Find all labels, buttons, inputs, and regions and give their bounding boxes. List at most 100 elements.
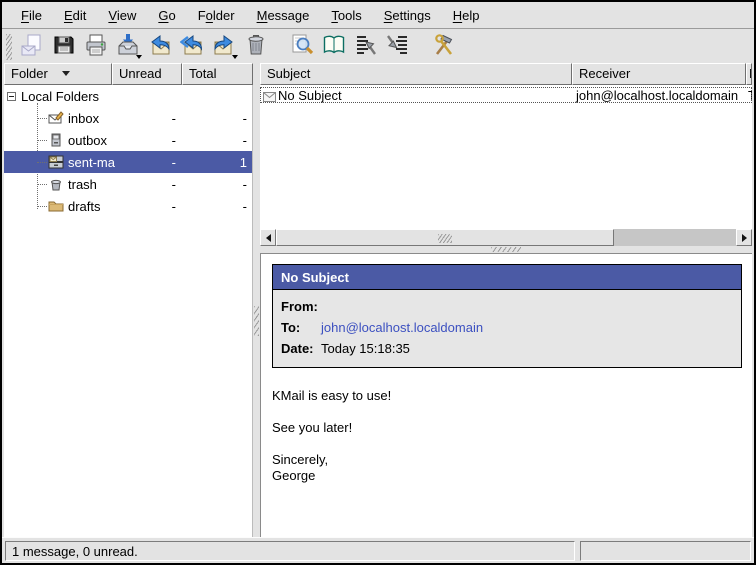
reply-icon	[148, 33, 172, 60]
reply-all-icon	[180, 33, 204, 60]
folder-tree: Local Foldersinbox--outbox--sent-ma-1tra…	[4, 85, 253, 537]
inbox-folder-icon	[48, 110, 64, 126]
body-line	[272, 436, 741, 452]
envelope-icon	[263, 90, 276, 105]
save-button[interactable]	[49, 32, 78, 61]
menu-edit[interactable]: Edit	[53, 5, 97, 26]
vertical-splitter[interactable]	[253, 63, 260, 537]
drafts-folder-icon	[48, 198, 64, 214]
address-book-button[interactable]	[319, 32, 348, 61]
scroll-right-button[interactable]	[736, 229, 752, 246]
scrollbar-thumb[interactable]	[276, 229, 614, 246]
message-preview-pane: No Subject From: To:john@localhost.locald…	[260, 253, 752, 537]
previous-message-button[interactable]	[351, 32, 380, 61]
delete-button[interactable]	[241, 32, 270, 61]
scroll-left-button[interactable]	[260, 229, 276, 246]
total-count: -	[243, 177, 247, 192]
toolbar	[2, 30, 754, 63]
unread-count: -	[172, 199, 176, 214]
folder-root-label: Local Folders	[21, 89, 99, 104]
header-field-value: Today 15:18:35	[321, 341, 410, 356]
header-field-label: Date:	[281, 341, 321, 356]
column-header-folder[interactable]: Folder	[4, 63, 112, 85]
collapse-expander-icon[interactable]	[7, 92, 16, 101]
horizontal-splitter[interactable]	[260, 246, 752, 253]
total-count: -	[243, 199, 247, 214]
header-field-label: From:	[281, 299, 321, 314]
menu-go[interactable]: Go	[147, 5, 186, 26]
column-header-subject[interactable]: Subject	[260, 63, 572, 85]
next-message-icon	[386, 33, 410, 60]
folder-row-inbox[interactable]: inbox--	[4, 107, 252, 129]
previous-message-icon	[354, 33, 378, 60]
body-line	[272, 404, 741, 420]
kmail-window: FileEditViewGoFolderMessageToolsSettings…	[0, 0, 756, 565]
scrollbar-track[interactable]	[614, 229, 736, 246]
trash-icon	[244, 33, 268, 60]
column-header-total[interactable]: Total	[182, 63, 253, 85]
find-icon	[290, 33, 314, 60]
status-text: 1 message, 0 unread.	[12, 544, 138, 559]
header-field-row: To:john@localhost.localdomain	[281, 317, 741, 338]
message-subject-title: No Subject	[273, 265, 741, 290]
message-row[interactable]: No Subjectjohn@localhost.localdomainToda…	[260, 87, 752, 103]
folder-name: drafts	[68, 199, 101, 214]
folder-row-drafts[interactable]: drafts - -	[4, 195, 252, 217]
total-count: -	[243, 133, 247, 148]
header-field-row: From:	[281, 296, 741, 317]
menu-view[interactable]: View	[97, 5, 147, 26]
new-message-button[interactable]	[17, 32, 46, 61]
find-button[interactable]	[287, 32, 316, 61]
folder-name: inbox	[68, 111, 99, 126]
folder-row-trash[interactable]: trash - -	[4, 173, 252, 195]
folder-name: outbox	[68, 133, 107, 148]
message-header-box: No Subject From: To:john@localhost.locald…	[272, 264, 742, 368]
menu-help[interactable]: Help	[442, 5, 491, 26]
message-header-fields: From:To:john@localhost.localdomainDate:T…	[273, 290, 741, 367]
next-message-button[interactable]	[383, 32, 412, 61]
menu-tools[interactable]: Tools	[320, 5, 372, 26]
trash-folder-icon	[48, 176, 64, 192]
message-list-pane: Subject Receiver Date No Subjectjohn@loc…	[260, 63, 752, 246]
toolbar-grip-handle[interactable]	[6, 34, 12, 60]
arrow-right-icon	[742, 234, 747, 242]
tools-button[interactable]	[429, 32, 458, 61]
message-date-cell: Today 15:18:35	[748, 88, 752, 103]
folder-name: sent-ma	[68, 155, 115, 170]
outbox-folder-icon	[48, 132, 64, 148]
menu-message[interactable]: Message	[246, 5, 321, 26]
folder-pane: Folder Unread Total Local Foldersinbox--…	[4, 63, 253, 537]
body-line: See you later!	[272, 420, 741, 436]
column-header-receiver[interactable]: Receiver	[572, 63, 746, 85]
sort-descending-icon	[62, 71, 70, 76]
dropdown-arrow-icon	[232, 55, 238, 59]
folder-row-local-folders[interactable]: Local Folders	[4, 85, 252, 107]
message-receiver-cell: john@localhost.localdomain	[576, 88, 738, 103]
status-message-panel: 1 message, 0 unread.	[5, 541, 575, 561]
email-address-link[interactable]: john@localhost.localdomain	[321, 320, 483, 335]
check-mail-button[interactable]	[113, 32, 142, 61]
print-button[interactable]	[81, 32, 110, 61]
folder-row-outbox[interactable]: outbox--	[4, 129, 252, 151]
reply-button[interactable]	[145, 32, 174, 61]
header-field-row: Date:Today 15:18:35	[281, 338, 741, 359]
unread-count: -	[172, 177, 176, 192]
folder-row-sent-ma[interactable]: sent-ma-1	[4, 151, 252, 173]
menu-folder[interactable]: Folder	[187, 5, 246, 26]
total-count: 1	[240, 155, 247, 170]
folder-name: trash	[68, 177, 97, 192]
reply-all-button[interactable]	[177, 32, 206, 61]
tools-icon	[432, 33, 456, 60]
right-panes: Subject Receiver Date No Subjectjohn@loc…	[260, 63, 752, 537]
dropdown-arrow-icon	[136, 55, 142, 59]
menu-file[interactable]: File	[10, 5, 53, 26]
main-area: Folder Unread Total Local Foldersinbox--…	[2, 63, 754, 537]
column-header-date[interactable]: Date	[746, 63, 752, 85]
body-line: George	[272, 468, 741, 484]
forward-button[interactable]	[209, 32, 238, 61]
menu-settings[interactable]: Settings	[373, 5, 442, 26]
column-header-unread[interactable]: Unread	[112, 63, 182, 85]
message-list: No Subjectjohn@localhost.localdomainToda…	[260, 85, 752, 229]
status-progress-panel	[580, 541, 751, 561]
address-book-icon	[322, 33, 346, 60]
